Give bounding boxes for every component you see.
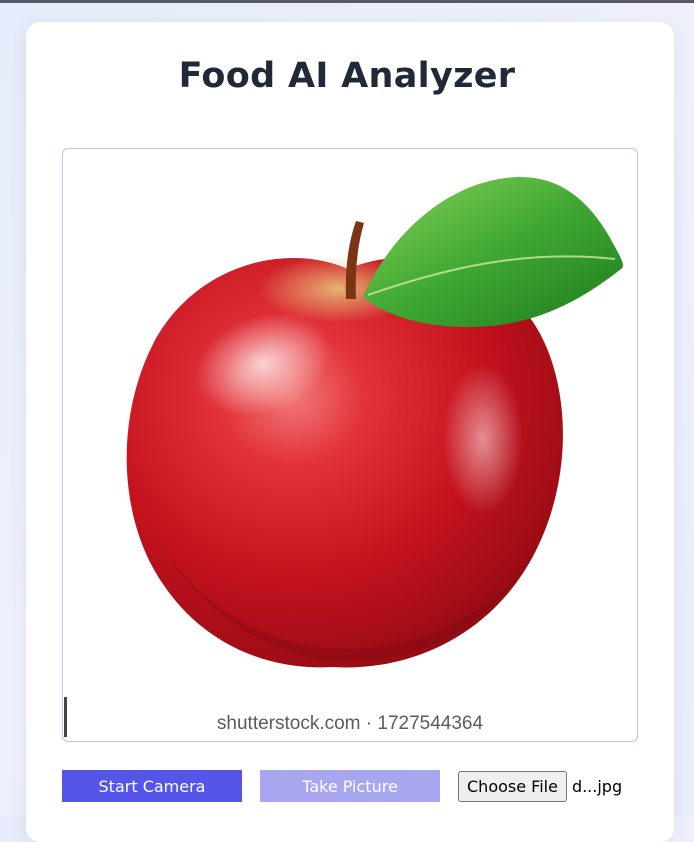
- page-title: Food AI Analyzer: [178, 56, 516, 96]
- file-input[interactable]: Choose File d...jpg: [458, 770, 622, 802]
- start-camera-button[interactable]: Start Camera: [62, 770, 242, 802]
- take-picture-button[interactable]: Take Picture: [260, 770, 440, 802]
- selected-file-name: d...jpg: [571, 776, 623, 796]
- image-preview: shutterstock.com · 1727544364: [62, 148, 638, 742]
- choose-file-button[interactable]: Choose File: [458, 770, 567, 802]
- apple-image: shutterstock.com · 1727544364: [64, 176, 623, 737]
- watermark-text: shutterstock.com · 1727544364: [217, 713, 484, 734]
- window-top-edge: [0, 0, 694, 3]
- leaf-shape: [363, 176, 623, 328]
